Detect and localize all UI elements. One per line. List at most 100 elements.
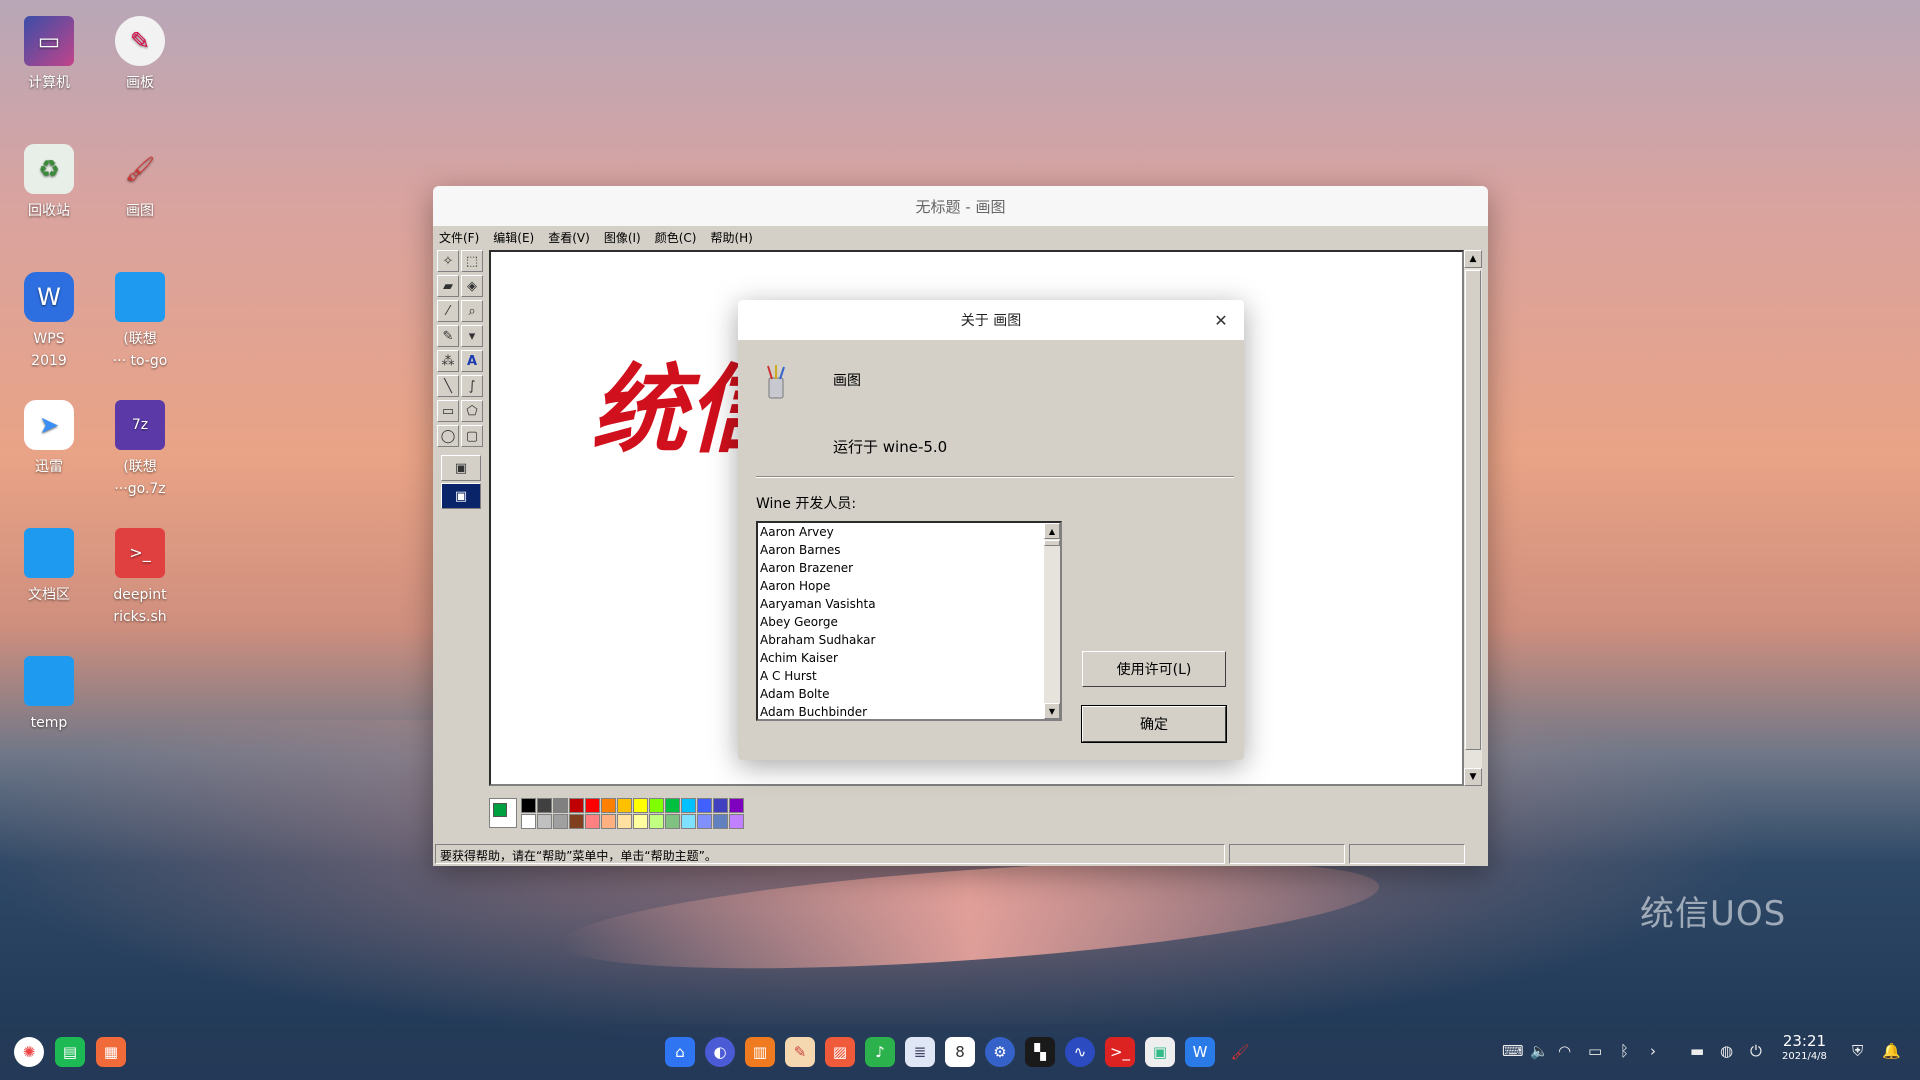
- multitask-view-icon[interactable]: ▤: [55, 1037, 85, 1067]
- window-titlebar[interactable]: 无标题 - 画图: [433, 186, 1488, 226]
- developer-list-item[interactable]: A C Hurst: [758, 667, 1060, 685]
- network-globe-icon[interactable]: ◍: [1720, 1042, 1733, 1060]
- color-swatch[interactable]: [649, 798, 664, 813]
- desktop-icon-computer[interactable]: ▭ 计算机: [3, 16, 95, 94]
- menu-view[interactable]: 查看(V): [548, 229, 590, 246]
- system-monitor-icon[interactable]: ∿: [1065, 1037, 1095, 1067]
- app-grid-icon[interactable]: ▦: [96, 1037, 126, 1067]
- color-swatch[interactable]: [713, 798, 728, 813]
- color-swatch[interactable]: [697, 798, 712, 813]
- brush-icon[interactable]: ▾: [461, 325, 483, 347]
- rounded-rect-icon[interactable]: ▢: [461, 425, 483, 447]
- calendar-icon[interactable]: 8: [945, 1037, 975, 1067]
- curve-icon[interactable]: ∫: [461, 375, 483, 397]
- menu-help[interactable]: 帮助(H): [710, 229, 752, 246]
- input-method-icon[interactable]: ▬: [1690, 1042, 1704, 1060]
- magnifier-icon[interactable]: ⌕: [461, 300, 483, 322]
- scroll-down-icon[interactable]: ▼: [1464, 768, 1482, 786]
- desktop-icon-trash[interactable]: ♻ 回收站: [3, 144, 95, 222]
- color-swatch[interactable]: [617, 798, 632, 813]
- color-swatch[interactable]: [585, 814, 600, 829]
- developer-list-item[interactable]: Adam Buchbinder: [758, 703, 1060, 719]
- color-swatch[interactable]: [537, 814, 552, 829]
- color-swatch[interactable]: [553, 798, 568, 813]
- list-scroll-up-icon[interactable]: ▲: [1044, 523, 1060, 539]
- settings-icon[interactable]: ⚙: [985, 1037, 1015, 1067]
- color-swatch[interactable]: [729, 814, 744, 829]
- color-swatch[interactable]: [633, 798, 648, 813]
- color-swatch[interactable]: [569, 814, 584, 829]
- scroll-up-icon[interactable]: ▲: [1464, 250, 1482, 268]
- opaque-mode-icon[interactable]: ▣: [441, 455, 481, 481]
- ellipse-icon[interactable]: ◯: [437, 425, 459, 447]
- list-scroll-down-icon[interactable]: ▼: [1044, 703, 1060, 719]
- color-swatch[interactable]: [537, 798, 552, 813]
- notification-bell-icon[interactable]: 🔔: [1882, 1042, 1901, 1060]
- power-icon[interactable]: ⏻: [1750, 1042, 1762, 1060]
- package-icon[interactable]: ▣: [1145, 1037, 1175, 1067]
- color-swatch[interactable]: [681, 814, 696, 829]
- color-swatch[interactable]: [633, 814, 648, 829]
- color-swatch[interactable]: [729, 798, 744, 813]
- drawing-board-icon[interactable]: ✎: [785, 1037, 815, 1067]
- free-select-icon[interactable]: ✧: [437, 250, 459, 272]
- wifi-icon[interactable]: ◠: [1558, 1042, 1571, 1060]
- desktop-icon-temp[interactable]: temp: [3, 656, 95, 734]
- color-swatch[interactable]: [553, 814, 568, 829]
- developer-list-item[interactable]: Adam Bolte: [758, 685, 1060, 703]
- music-icon[interactable]: ♪: [865, 1037, 895, 1067]
- menu-edit[interactable]: 编辑(E): [493, 229, 534, 246]
- file-manager-icon[interactable]: ▥: [745, 1037, 775, 1067]
- color-swatch[interactable]: [649, 814, 664, 829]
- chevron-right-icon[interactable]: ›: [1650, 1042, 1656, 1060]
- rect-select-icon[interactable]: ⬚: [461, 250, 483, 272]
- color-swatch[interactable]: [697, 814, 712, 829]
- menu-colors[interactable]: 颜色(C): [655, 229, 697, 246]
- color-swatch[interactable]: [665, 798, 680, 813]
- scroll-thumb[interactable]: [1465, 270, 1481, 750]
- developer-list-item[interactable]: Aaron Barnes: [758, 541, 1060, 559]
- color-swatch[interactable]: [617, 814, 632, 829]
- menu-image[interactable]: 图像(I): [604, 229, 641, 246]
- desktop-icon-drawing-board[interactable]: ✎ 画板: [94, 16, 186, 94]
- developer-list-item[interactable]: Aaron Brazener: [758, 559, 1060, 577]
- desktop-icon-xunlei[interactable]: ➤ 迅雷: [3, 400, 95, 478]
- rectangle-icon[interactable]: ▭: [437, 400, 459, 422]
- list-scroll-thumb[interactable]: [1044, 540, 1060, 546]
- color-picker-icon[interactable]: ⁄: [437, 300, 459, 322]
- desktop-icon-folder-lenovo[interactable]: (联想 ··· to-go: [94, 272, 186, 372]
- transparent-mode-icon[interactable]: ▣: [441, 483, 481, 509]
- document-viewer-icon[interactable]: ≣: [905, 1037, 935, 1067]
- color-swatch[interactable]: [601, 798, 616, 813]
- desktop-icon-wps[interactable]: W WPS 2019: [3, 272, 95, 372]
- developer-list-item[interactable]: Abey George: [758, 613, 1060, 631]
- developer-list-item[interactable]: Abraham Sudhakar: [758, 631, 1060, 649]
- text-tool-icon[interactable]: A: [461, 350, 483, 372]
- color-swatch[interactable]: [569, 798, 584, 813]
- color-swatch[interactable]: [681, 798, 696, 813]
- airbrush-icon[interactable]: ⁂: [437, 350, 459, 372]
- ok-button[interactable]: 确定: [1081, 705, 1227, 743]
- desktop-icon-documents[interactable]: 文档区: [3, 528, 95, 606]
- app-store-icon[interactable]: ⌂: [665, 1037, 695, 1067]
- menu-file[interactable]: 文件(F): [439, 229, 479, 246]
- security-shield-icon[interactable]: ⛨: [1852, 1042, 1863, 1060]
- developer-list-item[interactable]: Aaron Hope: [758, 577, 1060, 595]
- keyboard-icon[interactable]: ⌨: [1502, 1042, 1524, 1060]
- canvas-vertical-scrollbar[interactable]: ▲ ▼: [1464, 250, 1482, 786]
- developer-list-item[interactable]: Aaryaman Vasishta: [758, 595, 1060, 613]
- wps-taskbar-icon[interactable]: W: [1185, 1037, 1215, 1067]
- license-button[interactable]: 使用许可(L): [1082, 651, 1226, 687]
- color-swatch[interactable]: [601, 814, 616, 829]
- battery-icon[interactable]: ▭: [1588, 1042, 1602, 1060]
- volume-icon[interactable]: 🔈: [1530, 1042, 1549, 1060]
- color-swatch[interactable]: [521, 798, 536, 813]
- desktop-icon-paint[interactable]: 🖌 画图: [94, 144, 186, 222]
- pencil-icon[interactable]: ✎: [437, 325, 459, 347]
- polygon-icon[interactable]: ⬠: [461, 400, 483, 422]
- bluetooth-icon[interactable]: ᛒ: [1620, 1042, 1629, 1060]
- color-swatch[interactable]: [713, 814, 728, 829]
- browser-icon[interactable]: ◐: [705, 1037, 735, 1067]
- color-swatch[interactable]: [665, 814, 680, 829]
- close-icon[interactable]: ✕: [1210, 309, 1232, 331]
